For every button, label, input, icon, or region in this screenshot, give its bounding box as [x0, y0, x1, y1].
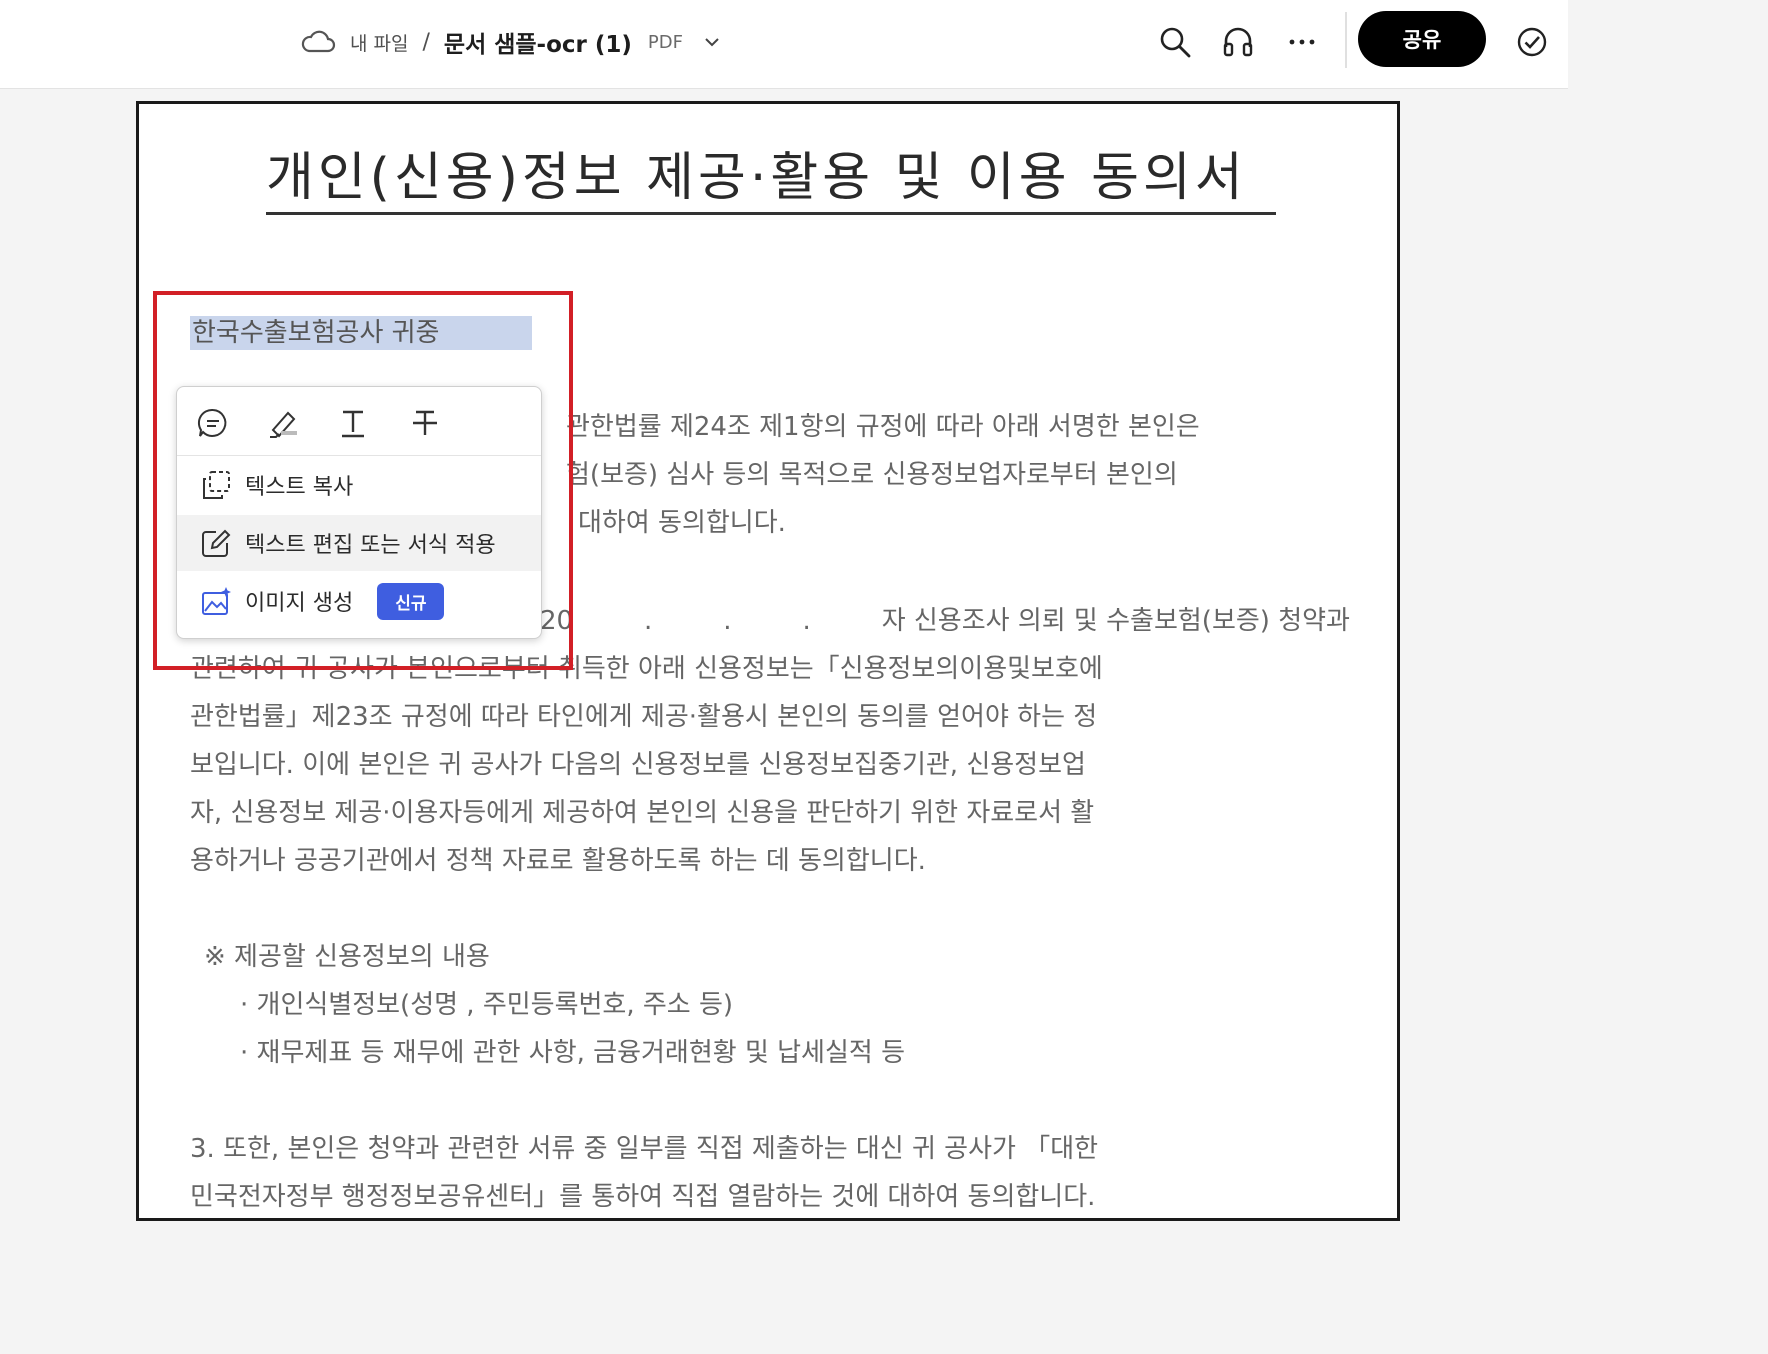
headphones-icon[interactable]: [1216, 20, 1260, 64]
share-button[interactable]: 공유: [1358, 11, 1486, 67]
toolbar-divider: [1345, 12, 1347, 68]
top-bar: 내 파일 / 문서 샘플-ocr (1) PDF 공유: [0, 0, 1568, 89]
underline-icon[interactable]: [333, 403, 373, 443]
check-circle-icon[interactable]: [1510, 20, 1554, 64]
selection-context-menu: 텍스트 복사 텍스트 편집 또는 서식 적용 이미지 생성 신규: [176, 386, 542, 639]
paragraph-1-line-2: 험(보증) 심사 등의 목적으로 신용정보업자로부터 본인의: [566, 460, 1178, 490]
file-name[interactable]: 문서 샘플-ocr (1): [444, 25, 632, 59]
search-icon[interactable]: [1153, 20, 1197, 64]
strikethrough-icon[interactable]: [405, 403, 445, 443]
section-heading: ※ 제공할 신용정보의 내용: [204, 942, 490, 972]
paragraph-1-line-1: 관한법률 제24조 제1항의 규정에 따라 아래 서명한 본인은: [566, 412, 1200, 442]
breadcrumb-my-files[interactable]: 내 파일: [350, 29, 408, 56]
paragraph-2-line-1: 20 . . . 자 신용조사 의뢰 및 수출보험(보증) 청약과: [540, 604, 1350, 638]
paragraph-3-line-2: 민국전자정부 행정정보공유센터」를 통하여 직접 열람하는 것에 대하여 동의합…: [190, 1182, 1096, 1212]
highlighter-icon[interactable]: [263, 403, 303, 443]
more-options-icon[interactable]: [1280, 20, 1324, 64]
edit-pencil-icon: [199, 526, 233, 560]
bullet-item: · 개인식별정보(성명 , 주민등록번호, 주소 등): [240, 990, 734, 1020]
annotation-toolbar: [177, 387, 541, 456]
copy-text-label: 텍스트 복사: [245, 475, 354, 500]
copy-selection-icon: [199, 468, 233, 502]
generate-image-icon: [199, 584, 233, 618]
generate-image-menu-item[interactable]: 이미지 생성 신규: [177, 573, 541, 629]
file-type-label: PDF: [647, 31, 683, 53]
new-badge: 신규: [377, 582, 445, 620]
breadcrumb: 내 파일 / 문서 샘플-ocr (1) PDF: [300, 22, 721, 62]
paragraph-2-line-5: 자, 신용정보 제공·이용자등에게 제공하여 본인의 신용을 판단하기 위한 자…: [190, 798, 1095, 828]
paragraph-2-line-6: 용하거나 공공기관에서 정책 자료로 활용하도록 하는 데 동의합니다.: [190, 846, 926, 876]
chevron-down-icon[interactable]: [703, 33, 721, 51]
paragraph-2-line-2: 관련하여 귀 공사가 본인으로부터 취득한 아래 신용정보는「신용정보의이용및보…: [190, 654, 1103, 684]
paragraph-1-line-3: 대하여 동의합니다.: [578, 508, 786, 538]
paragraph-2-line-1-text: 자 신용조사 의뢰 및 수출보험(보증) 청약과: [881, 606, 1350, 636]
cloud-icon[interactable]: [300, 27, 336, 57]
date-year-field: 20: [540, 606, 574, 636]
copy-text-menu-item[interactable]: 텍스트 복사: [177, 457, 541, 513]
bullet-item: · 재무제표 등 재무에 관한 사항, 금융거래현황 및 납세실적 등: [240, 1038, 905, 1068]
paragraph-2-line-3: 관한법률」제23조 규정에 따라 타인에게 제공·활용시 본인의 동의를 얻어야…: [190, 702, 1098, 732]
edit-text-label: 텍스트 편집 또는 서식 적용: [245, 533, 496, 558]
date-dot-3: .: [802, 606, 811, 636]
edit-text-menu-item[interactable]: 텍스트 편집 또는 서식 적용: [177, 515, 541, 571]
breadcrumb-separator: /: [422, 29, 430, 55]
comment-icon[interactable]: [193, 403, 233, 443]
selected-text-addressee[interactable]: 한국수출보험공사 귀중: [190, 316, 532, 350]
date-dot-2: .: [723, 606, 732, 636]
generate-image-label: 이미지 생성: [245, 591, 354, 616]
date-dot-1: .: [644, 606, 653, 636]
paragraph-2-line-4: 보입니다. 이에 본인은 귀 공사가 다음의 신용정보를 신용정보집중기관, 신…: [190, 750, 1086, 780]
document-title: 개인(신용)정보 제공·활용 및 이용 동의서: [266, 146, 1276, 215]
paragraph-3-line-1: 3. 또한, 본인은 청약과 관련한 서류 중 일부를 직접 제출하는 대신 귀…: [190, 1134, 1099, 1164]
